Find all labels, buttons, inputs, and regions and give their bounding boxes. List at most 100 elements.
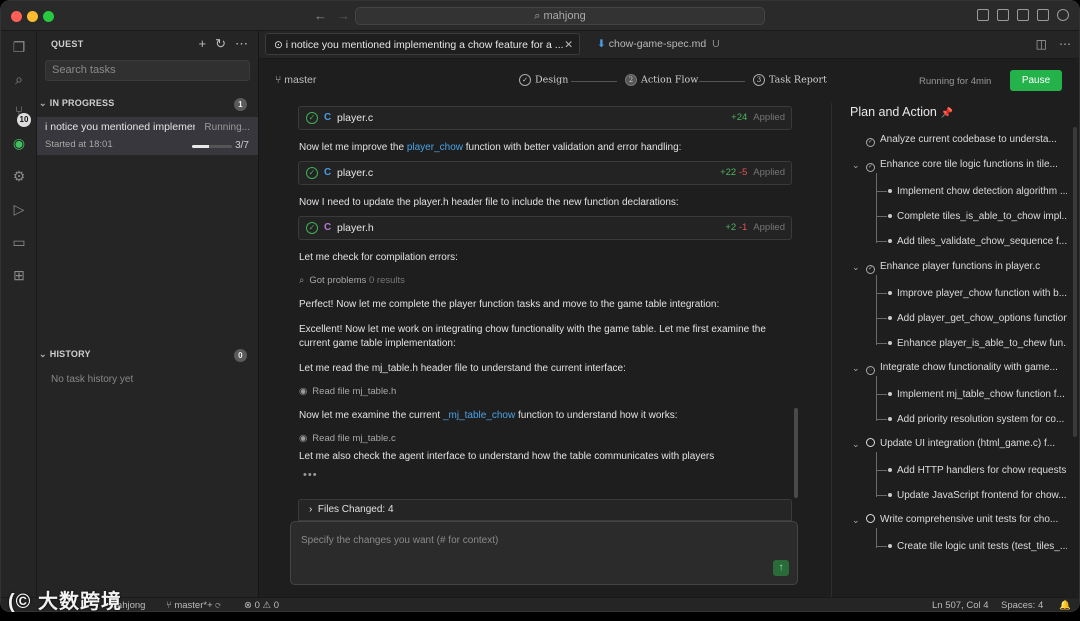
split-editor-icon[interactable]: ◫ bbox=[1036, 37, 1047, 51]
toggle-panel-icon[interactable] bbox=[1017, 9, 1029, 21]
file-change-card[interactable]: ✓ C player.h +2 -1 Applied bbox=[298, 216, 792, 240]
plan-substep[interactable]: Add tiles_validate_chow_sequence f... bbox=[877, 236, 1067, 247]
chat-input-placeholder: Specify the changes you want (# for cont… bbox=[301, 535, 499, 546]
step-label: Design bbox=[535, 74, 569, 86]
chevron-down-icon[interactable]: ⌄ bbox=[852, 515, 860, 526]
files-changed-toggle[interactable]: › Files Changed: 4 bbox=[298, 499, 792, 521]
file-change-card[interactable]: ✓ C player.c +24 Applied bbox=[298, 106, 792, 130]
search-tasks-input[interactable]: Search tasks bbox=[45, 60, 250, 81]
plan-step[interactable]: ✓ Enhance player functions in player.c bbox=[866, 261, 1066, 274]
zoom-window-button[interactable] bbox=[43, 11, 54, 22]
settings-gear-icon[interactable]: ⚙ bbox=[11, 168, 27, 184]
plan-substep[interactable]: Implement mj_table_chow function f... bbox=[877, 389, 1067, 400]
task-progress-fill bbox=[192, 145, 210, 148]
chevron-down-icon[interactable]: ⌄ bbox=[852, 262, 860, 273]
plan-substep[interactable]: Complete tiles_is_able_to_chow impl... bbox=[877, 211, 1067, 222]
history-section[interactable]: ⌄ HISTORY 0 bbox=[39, 349, 255, 365]
chevron-down-icon[interactable]: ⌄ bbox=[852, 363, 860, 374]
command-search[interactable]: ⌕ mahjong bbox=[355, 7, 765, 25]
close-icon[interactable]: ✕ bbox=[564, 34, 573, 56]
plan-substep[interactable]: Add player_get_chow_options function bbox=[877, 313, 1067, 324]
plan-substep[interactable]: Create tile logic unit tests (test_tiles… bbox=[877, 541, 1067, 552]
task-progress-bar bbox=[192, 145, 232, 148]
toggle-sidebar-icon[interactable] bbox=[997, 9, 1009, 21]
error-icon: ⊗ bbox=[244, 600, 252, 611]
bullet bbox=[888, 316, 892, 321]
file-change-card[interactable]: ✓ C player.c +22 -5 Applied bbox=[298, 161, 792, 185]
tool-detail: mj_table.h bbox=[352, 386, 397, 397]
branch-status[interactable]: ⑂ master*+ ⟳ bbox=[166, 600, 221, 611]
plan-substep[interactable]: Add HTTP handlers for chow requests bbox=[877, 465, 1067, 476]
in-progress-section[interactable]: ⌄ IN PROGRESS 1 bbox=[39, 98, 255, 114]
notifications-icon[interactable]: 🔔 bbox=[1059, 600, 1071, 611]
chevron-down-icon[interactable]: ⌄ bbox=[852, 439, 860, 450]
step-design[interactable]: ✓ Design bbox=[519, 74, 568, 86]
h-file-icon: C bbox=[324, 222, 332, 233]
plan-step[interactable]: ✓ Analyze current codebase to understa... bbox=[866, 134, 1066, 147]
remote-explorer-icon[interactable]: ▭ bbox=[11, 234, 27, 250]
run-debug-icon[interactable]: ▷ bbox=[11, 201, 27, 217]
history-count: 0 bbox=[234, 349, 247, 362]
lines-removed: -5 bbox=[738, 167, 748, 178]
search-icon[interactable]: ⌕ bbox=[11, 71, 27, 87]
bullet bbox=[888, 239, 892, 244]
assistant-message: Let me also check the agent interface to… bbox=[299, 451, 715, 462]
problems-status[interactable]: ⊗ 0 ⚠ 0 bbox=[244, 600, 279, 611]
tool-call-read-file[interactable]: ◉ Read file mj_table.c bbox=[299, 433, 396, 444]
inline-code[interactable]: player_chow bbox=[407, 142, 463, 153]
pin-icon[interactable]: 📌 bbox=[941, 108, 953, 119]
branch-indicator[interactable]: ⑂ master bbox=[275, 74, 316, 86]
minimize-window-button[interactable] bbox=[27, 11, 38, 22]
warning-count: 0 bbox=[273, 600, 280, 611]
plan-step[interactable]: Write comprehensive unit tests for cho..… bbox=[866, 514, 1066, 525]
applied-label: Applied bbox=[753, 167, 785, 178]
refresh-icon[interactable]: ↻ bbox=[215, 36, 226, 52]
plan-substep[interactable]: Improve player_chow function with b... bbox=[877, 288, 1067, 299]
toggle-secondary-sidebar-icon[interactable] bbox=[1037, 9, 1049, 21]
tool-call-problems[interactable]: ⌕ Got problems 0 results bbox=[299, 275, 405, 286]
chat-scrollbar[interactable] bbox=[794, 408, 798, 498]
explorer-icon[interactable]: ❐ bbox=[11, 39, 27, 55]
c-file-icon: C bbox=[324, 167, 332, 178]
tab-quest-chat[interactable]: ⊙ i notice you mentioned implementing a … bbox=[265, 33, 580, 55]
plan-substep[interactable]: Add priority resolution system for co... bbox=[877, 414, 1067, 425]
more-icon[interactable]: ⋯ bbox=[1059, 37, 1071, 51]
close-window-button[interactable] bbox=[11, 11, 22, 22]
quest-icon[interactable]: ◉ bbox=[11, 135, 27, 151]
back-arrow-icon[interactable]: ← bbox=[314, 8, 327, 23]
more-icon[interactable]: ⋯ bbox=[235, 36, 248, 52]
plan-scrollbar[interactable] bbox=[1073, 127, 1077, 437]
plan-substep-label: Improve player_chow function with b... bbox=[897, 288, 1067, 299]
assistant-message: Perfect! Now let me complete the player … bbox=[299, 299, 720, 310]
cursor-position[interactable]: Ln 507, Col 4 bbox=[932, 600, 989, 611]
plan-step[interactable]: ◌ Integrate chow functionality with game.… bbox=[866, 362, 1066, 375]
plan-substep[interactable]: Enhance player_is_able_to_chew fun... bbox=[877, 338, 1067, 349]
chevron-down-icon[interactable]: ⌄ bbox=[852, 160, 860, 171]
check-icon: ✓ bbox=[306, 167, 318, 179]
chat-input[interactable]: Specify the changes you want (# for cont… bbox=[290, 521, 798, 585]
eye-icon: ◉ bbox=[299, 386, 308, 397]
task-item[interactable]: i notice you mentioned implemen... Runni… bbox=[37, 117, 258, 155]
tab-label: i notice you mentioned implementing a ch… bbox=[285, 39, 564, 51]
step-task-report[interactable]: 3 Task Report bbox=[753, 74, 827, 86]
pause-button[interactable]: Pause bbox=[1010, 70, 1062, 91]
indentation[interactable]: Spaces: 4 bbox=[1001, 600, 1043, 611]
plan-substep[interactable]: Update JavaScript frontend for chow... bbox=[877, 490, 1067, 501]
plan-step[interactable]: Update UI integration (html_game.c) f... bbox=[866, 438, 1066, 449]
plan-substep-label: Implement chow detection algorithm ... bbox=[897, 186, 1067, 197]
chevron-down-icon: ⌄ bbox=[39, 98, 47, 108]
inline-code[interactable]: _mj_table_chow bbox=[443, 410, 515, 421]
account-icon[interactable] bbox=[1057, 9, 1069, 21]
plan-step[interactable]: ✓ Enhance core tile logic functions in ti… bbox=[866, 159, 1066, 172]
customize-layout-icon[interactable] bbox=[977, 9, 989, 21]
file-name: player.h bbox=[337, 222, 374, 234]
plan-substep[interactable]: Implement chow detection algorithm ... bbox=[877, 186, 1067, 197]
tool-call-read-file[interactable]: ◉ Read file mj_table.h bbox=[299, 386, 396, 397]
forward-arrow-icon[interactable]: → bbox=[337, 8, 350, 23]
send-button[interactable]: ↑ bbox=[773, 560, 789, 576]
branch-name: master bbox=[284, 74, 317, 86]
extensions-icon[interactable]: ⊞ bbox=[11, 267, 27, 283]
step-action-flow[interactable]: 2 Action Flow bbox=[625, 74, 698, 86]
add-icon[interactable]: + bbox=[199, 36, 207, 52]
tab-spec-file[interactable]: ⬇ chow-game-spec.md U bbox=[589, 33, 728, 55]
